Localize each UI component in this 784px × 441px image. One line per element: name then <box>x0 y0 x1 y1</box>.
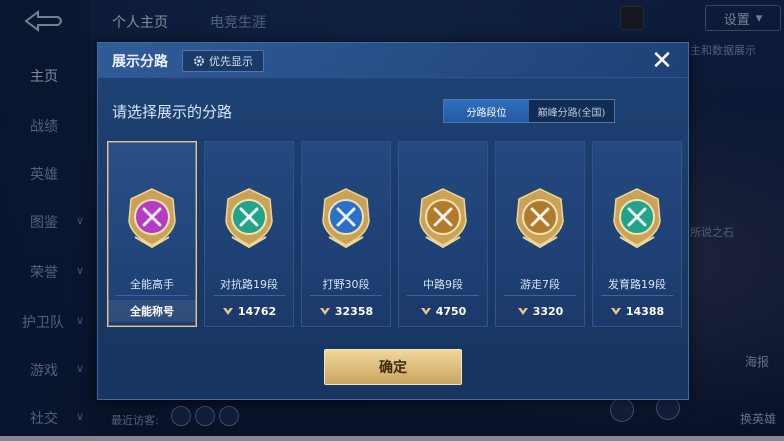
rank-points-icon <box>420 308 431 315</box>
tab-lane-rank[interactable]: 分路段位 <box>444 100 529 122</box>
card-divider <box>504 295 576 296</box>
confirm-button[interactable]: 确定 <box>324 349 462 385</box>
lane-card-score: 14388 <box>625 304 665 318</box>
card-divider <box>213 295 285 296</box>
lane-card-name: 对抗路19段 <box>220 278 278 291</box>
lane-card-footer: 全能称号 <box>108 300 196 322</box>
lane-card-name: 发育路19段 <box>608 278 666 291</box>
priority-label: 优先显示 <box>209 55 253 68</box>
tab-peak-lane[interactable]: 巅峰分路(全国) <box>529 100 614 122</box>
card-divider <box>116 295 188 296</box>
lane-card[interactable]: 打野30段 32358 <box>301 141 391 327</box>
lane-card[interactable]: 游走7段 3320 <box>495 141 585 327</box>
rank-points-icon <box>517 308 528 315</box>
card-divider <box>407 295 479 296</box>
dialog-header: 展示分路 优先显示 ✕ <box>98 43 688 78</box>
rank-points-icon <box>319 308 330 315</box>
lane-badge-icon <box>419 188 467 249</box>
lane-card-score: 4750 <box>435 304 467 318</box>
lane-card-name: 中路9段 <box>423 278 463 291</box>
lane-card-footer: 14388 <box>593 300 681 322</box>
close-button[interactable]: ✕ <box>649 48 675 75</box>
lane-card[interactable]: 中路9段 4750 <box>398 141 488 327</box>
lane-display-dialog: 展示分路 优先显示 ✕ 请选择展示的分路 分路段位 巅峰分路(全国) 全能高手全… <box>97 42 689 400</box>
mode-toggle: 分路段位 巅峰分路(全国) <box>443 99 615 123</box>
lane-card-score: 32358 <box>334 304 374 318</box>
lane-card-footer: 3320 <box>496 300 584 322</box>
card-divider <box>310 295 382 296</box>
lane-badge-icon <box>322 188 370 249</box>
lane-card-footer: 4750 <box>399 300 487 322</box>
lane-card-footer: 32358 <box>302 300 390 322</box>
lane-card-score: 14762 <box>237 304 277 318</box>
dialog-title: 展示分路 <box>112 54 168 70</box>
gear-icon <box>194 56 204 66</box>
lane-badge-icon <box>128 188 176 249</box>
lane-card[interactable]: 对抗路19段 14762 <box>204 141 294 327</box>
lane-card-name: 打野30段 <box>322 278 370 291</box>
rank-points-icon <box>222 308 233 315</box>
priority-display-button[interactable]: 优先显示 <box>182 50 264 72</box>
card-divider <box>601 295 673 296</box>
lane-card-score: 全能称号 <box>130 305 174 318</box>
lane-card-score: 3320 <box>532 304 564 318</box>
dialog-subtitle: 请选择展示的分路 <box>112 103 233 121</box>
lane-card[interactable]: 发育路19段 14388 <box>592 141 682 327</box>
lane-card-name: 全能高手 <box>130 278 174 291</box>
lane-badge-icon <box>516 188 564 249</box>
lane-badge-icon <box>225 188 273 249</box>
rank-points-icon <box>610 308 621 315</box>
lane-card-footer: 14762 <box>205 300 293 322</box>
lane-card[interactable]: 全能高手 全能称号 <box>107 141 197 327</box>
lane-card-name: 游走7段 <box>520 278 560 291</box>
lane-badge-icon <box>613 188 661 249</box>
